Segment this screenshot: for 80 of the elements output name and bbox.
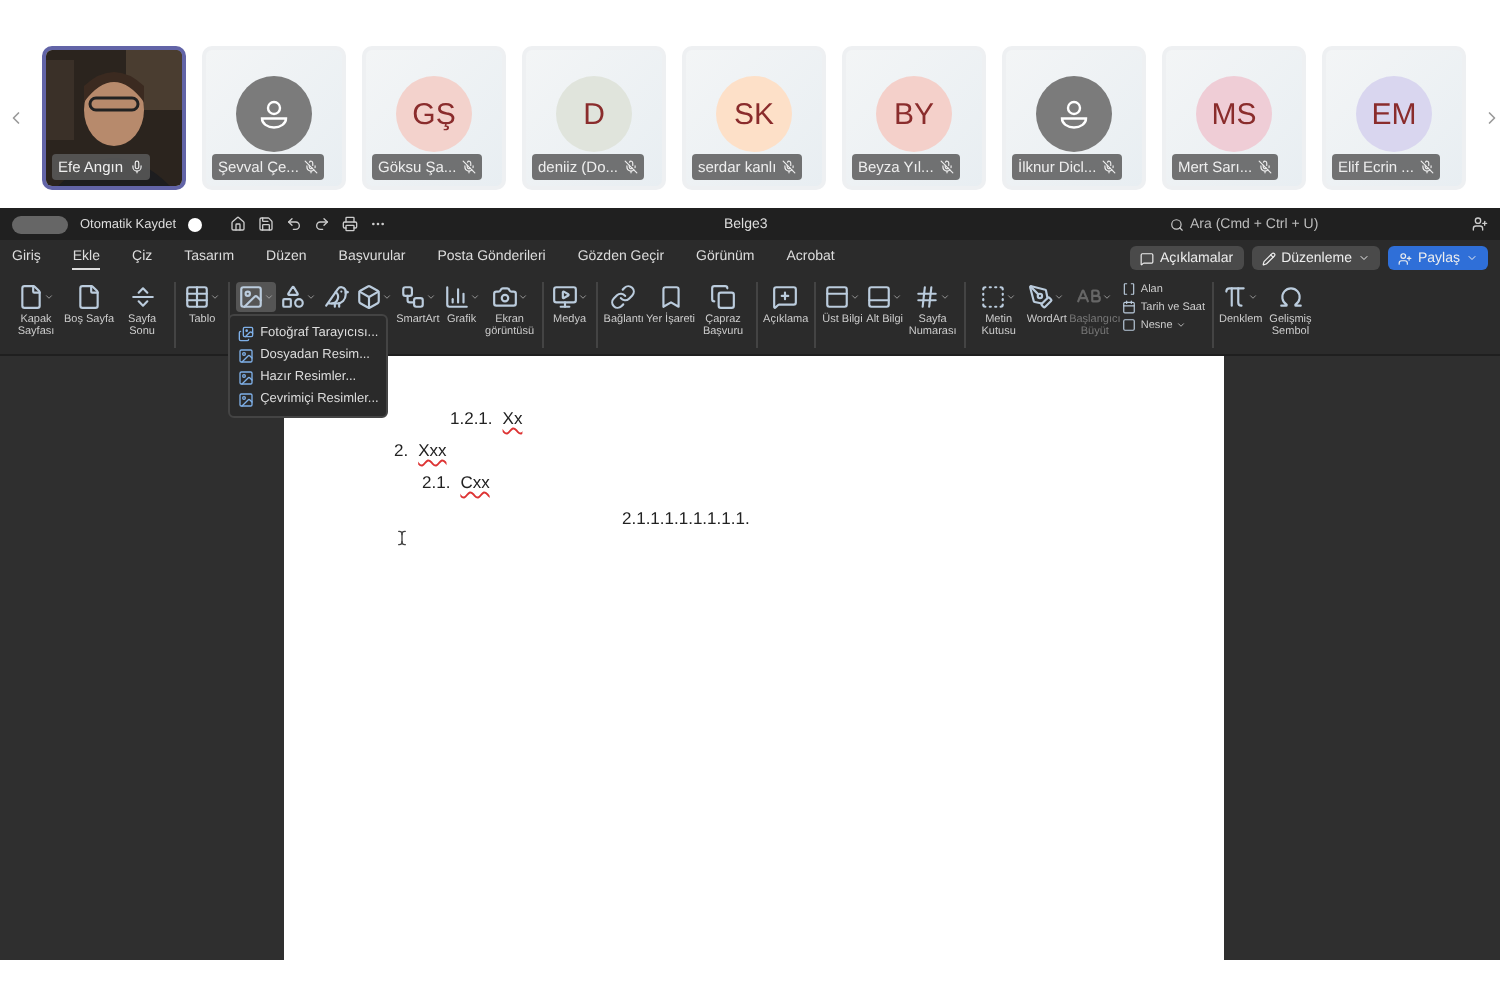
- caret-icon: [1248, 292, 1259, 302]
- calendar-icon: [1122, 300, 1137, 314]
- caret-icon: [1006, 292, 1017, 302]
- page-icon: [76, 284, 103, 310]
- list-number: 2.: [394, 440, 409, 460]
- avatar: [1036, 76, 1112, 152]
- heading-text: Xx: [502, 408, 523, 428]
- avatar-initials: MS: [1196, 76, 1272, 152]
- list-number: 2.1.: [422, 472, 451, 492]
- picture-icon: [238, 325, 255, 341]
- avatar-initials: D: [556, 76, 632, 152]
- caret-icon: [210, 292, 221, 302]
- caret-icon: [577, 292, 588, 302]
- ribbon-button[interactable]: [278, 282, 319, 312]
- list-number: 2.1.1.1.1.1.1.1.1.: [622, 508, 750, 528]
- copy-icon: [710, 284, 737, 310]
- brackets-icon: [1122, 282, 1137, 296]
- caret-icon: [44, 292, 54, 302]
- page-icon: [18, 284, 44, 310]
- pen-icon: [1028, 284, 1055, 310]
- link-icon: [610, 284, 637, 310]
- diagram-icon: [399, 284, 426, 310]
- omega-icon: [1277, 284, 1304, 310]
- undo-icon[interactable]: [286, 216, 303, 232]
- redo-icon[interactable]: [314, 216, 331, 232]
- caret-icon: [1102, 292, 1113, 302]
- text-cursor-icon: [394, 530, 410, 546]
- autosave-toggle[interactable]: [188, 217, 203, 231]
- bookmark-icon: [657, 284, 684, 310]
- pencil-icon: [1261, 251, 1276, 265]
- avatar-initials: BY: [876, 76, 952, 152]
- bird-icon: [323, 284, 350, 310]
- text-box-icon: [980, 284, 1007, 310]
- picture-icon: [238, 347, 255, 363]
- avatar-initials: EM: [1356, 76, 1432, 152]
- ribbon-button[interactable]: [354, 282, 395, 312]
- bar-chart-icon: [443, 284, 470, 310]
- table-icon: [184, 284, 211, 310]
- print-icon[interactable]: [342, 216, 359, 232]
- add-person-icon[interactable]: [1472, 216, 1488, 232]
- page-break-icon: [129, 284, 156, 310]
- footer-icon: [866, 284, 893, 310]
- people-icon: [1397, 251, 1412, 265]
- avatar-initials: GŞ: [396, 76, 472, 152]
- heading-text: Xxx: [418, 440, 447, 460]
- caret-icon: [469, 292, 480, 302]
- media-icon: [551, 284, 578, 310]
- avatar: [236, 76, 312, 152]
- pi-icon: [1222, 284, 1249, 310]
- record-button[interactable]: [12, 215, 68, 233]
- caret-icon: [850, 292, 861, 302]
- picture-icon: [238, 284, 265, 310]
- caret-icon: [892, 292, 903, 302]
- header-icon: [824, 284, 851, 310]
- save-icon[interactable]: [258, 216, 275, 232]
- square-icon: [1122, 318, 1137, 332]
- avatar-initials: SK: [716, 76, 792, 152]
- heading-text: Cxx: [460, 472, 490, 492]
- cube-icon: [356, 284, 383, 310]
- camera-icon: [491, 284, 518, 310]
- caret-icon: [940, 292, 951, 302]
- caret-icon: [1357, 252, 1370, 264]
- caret-icon: [382, 292, 393, 302]
- home-icon[interactable]: [230, 216, 247, 232]
- hash-icon: [914, 284, 941, 310]
- shapes-icon: [280, 284, 307, 310]
- caret-icon: [264, 292, 275, 302]
- picture-icon: [238, 391, 255, 407]
- ribbon-button[interactable]: [320, 282, 353, 312]
- comment-icon: [1139, 251, 1154, 265]
- caret-icon: [1054, 292, 1065, 302]
- caret-icon: [1466, 252, 1478, 264]
- search-icon: [1170, 217, 1184, 231]
- caret-icon: [306, 292, 317, 302]
- comment-icon: [772, 284, 799, 310]
- caret-icon: [1176, 320, 1187, 330]
- caret-icon: [425, 292, 436, 302]
- list-number: 1.2.1.: [450, 408, 493, 428]
- picture-icon: [238, 369, 255, 385]
- caret-icon: [517, 292, 528, 302]
